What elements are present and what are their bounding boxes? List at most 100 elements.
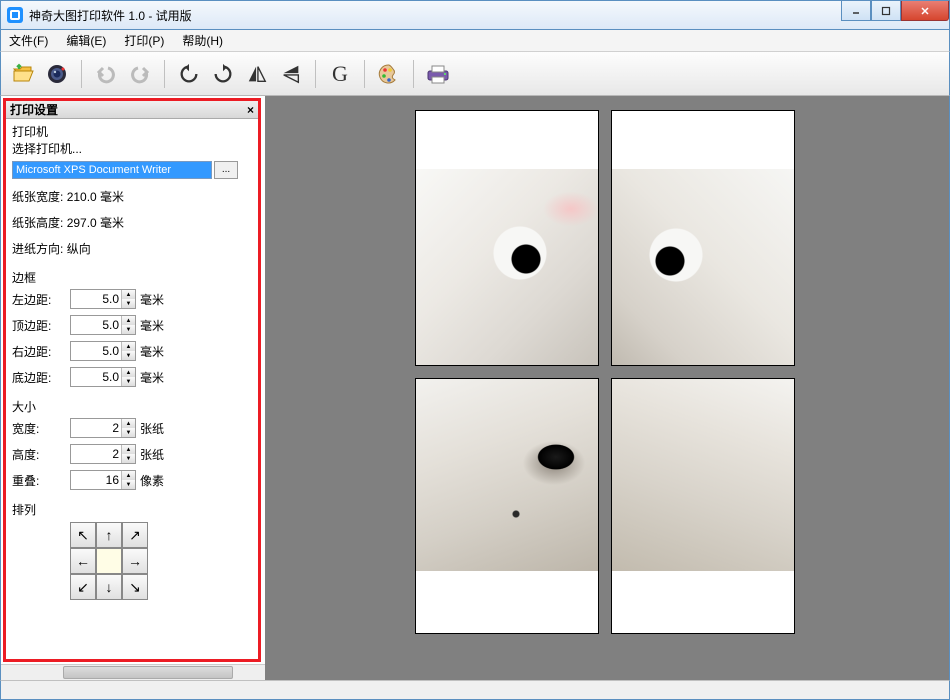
app-icon <box>7 7 23 23</box>
menu-print[interactable]: 打印(P) <box>124 32 164 49</box>
bottom-margin-input[interactable]: 5.0▲▼ <box>70 367 136 387</box>
overlap-input[interactable]: 16▲▼ <box>70 470 136 490</box>
toolbar-separator <box>315 60 316 88</box>
overlap-label: 重叠: <box>12 472 70 489</box>
right-margin-input[interactable]: 5.0▲▼ <box>70 341 136 361</box>
toolbar-separator <box>81 60 82 88</box>
border-section-label: 边框 <box>12 269 252 286</box>
right-margin-label: 右边距: <box>12 343 70 360</box>
close-button[interactable] <box>901 1 949 21</box>
choose-printer-label: 选择打印机... <box>12 140 252 157</box>
left-margin-label: 左边距: <box>12 291 70 308</box>
spin-down-icon[interactable]: ▼ <box>122 480 135 489</box>
bottom-margin-label: 底边距: <box>12 369 70 386</box>
height-input[interactable]: 2▲▼ <box>70 444 136 464</box>
unit-sheets: 张纸 <box>140 420 164 437</box>
size-section-label: 大小 <box>12 398 252 415</box>
alignment-grid: ↖ ↑ ↗ ← → ↙ ↓ ↘ <box>70 522 252 600</box>
unit-px: 像素 <box>140 472 164 489</box>
printer-section-label: 打印机 <box>12 123 252 140</box>
menu-edit[interactable]: 编辑(E) <box>66 32 106 49</box>
window-controls <box>841 1 949 21</box>
feed-direction-label: 进纸方向: <box>12 240 63 257</box>
align-bottom-left-button[interactable]: ↙ <box>70 574 96 600</box>
page-tile-1[interactable] <box>415 110 599 366</box>
page-grid <box>415 110 795 634</box>
minimize-button[interactable] <box>841 1 871 21</box>
image-tile-icon <box>612 379 794 571</box>
arrange-section-label: 排列 <box>12 501 252 518</box>
spin-up-icon[interactable]: ▲ <box>122 368 135 377</box>
print-settings-panel-highlight: 打印设置 × 打印机 选择打印机... Microsoft XPS Docume… <box>3 98 261 662</box>
spin-down-icon[interactable]: ▼ <box>122 428 135 437</box>
maximize-button[interactable] <box>871 1 901 21</box>
paper-width-label: 纸张宽度: <box>12 188 63 205</box>
menu-file[interactable]: 文件(F) <box>9 32 48 49</box>
rotate-right-button[interactable] <box>209 60 237 88</box>
panel-body: 打印机 选择打印机... Microsoft XPS Document Writ… <box>6 119 258 604</box>
undo-button[interactable] <box>92 60 120 88</box>
align-center-button[interactable] <box>96 548 122 574</box>
open-button[interactable] <box>9 60 37 88</box>
window-titlebar: 神奇大图打印软件 1.0 - 试用版 <box>0 0 950 30</box>
align-bottom-right-button[interactable]: ↘ <box>122 574 148 600</box>
spin-up-icon[interactable]: ▲ <box>122 445 135 454</box>
panel-close-icon[interactable]: × <box>247 103 254 117</box>
align-right-button[interactable]: → <box>122 548 148 574</box>
align-left-button[interactable]: ← <box>70 548 96 574</box>
spin-down-icon[interactable]: ▼ <box>122 377 135 386</box>
scrollbar-thumb[interactable] <box>63 666 233 679</box>
spin-down-icon[interactable]: ▼ <box>122 351 135 360</box>
flip-vertical-button[interactable] <box>277 60 305 88</box>
paper-width-value: 210.0 毫米 <box>67 188 124 205</box>
top-margin-label: 顶边距: <box>12 317 70 334</box>
width-input[interactable]: 2▲▼ <box>70 418 136 438</box>
spin-up-icon[interactable]: ▲ <box>122 316 135 325</box>
statusbar <box>0 680 950 700</box>
image-tile-icon <box>416 169 598 365</box>
image-tile-icon <box>612 169 794 365</box>
width-label: 宽度: <box>12 420 70 437</box>
align-bottom-button[interactable]: ↓ <box>96 574 122 600</box>
toolbar-separator <box>413 60 414 88</box>
align-top-button[interactable]: ↑ <box>96 522 122 548</box>
spin-up-icon[interactable]: ▲ <box>122 290 135 299</box>
main-area: 打印设置 × 打印机 选择打印机... Microsoft XPS Docume… <box>0 96 950 680</box>
palette-button[interactable] <box>375 60 403 88</box>
panel-titlebar[interactable]: 打印设置 × <box>6 101 258 119</box>
align-top-left-button[interactable]: ↖ <box>70 522 96 548</box>
spin-up-icon[interactable]: ▲ <box>122 419 135 428</box>
grayscale-button[interactable]: G <box>326 60 354 88</box>
printer-button[interactable] <box>424 60 452 88</box>
sidebar: 打印设置 × 打印机 选择打印机... Microsoft XPS Docume… <box>1 96 265 680</box>
spin-down-icon[interactable]: ▼ <box>122 454 135 463</box>
page-tile-4[interactable] <box>611 378 795 634</box>
paper-height-value: 297.0 毫米 <box>67 214 124 231</box>
page-tile-3[interactable] <box>415 378 599 634</box>
menubar: 文件(F) 编辑(E) 打印(P) 帮助(H) <box>0 30 950 52</box>
spin-up-icon[interactable]: ▲ <box>122 342 135 351</box>
spin-up-icon[interactable]: ▲ <box>122 471 135 480</box>
left-margin-input[interactable]: 5.0▲▼ <box>70 289 136 309</box>
page-tile-2[interactable] <box>611 110 795 366</box>
printer-select[interactable]: Microsoft XPS Document Writer <box>12 161 212 179</box>
align-top-right-button[interactable]: ↗ <box>122 522 148 548</box>
flip-horizontal-button[interactable] <box>243 60 271 88</box>
camera-button[interactable] <box>43 60 71 88</box>
paper-height-label: 纸张高度: <box>12 214 63 231</box>
sidebar-scrollbar[interactable] <box>1 664 265 680</box>
spin-down-icon[interactable]: ▼ <box>122 299 135 308</box>
top-margin-input[interactable]: 5.0▲▼ <box>70 315 136 335</box>
menu-help[interactable]: 帮助(H) <box>182 32 223 49</box>
unit-mm: 毫米 <box>140 291 164 308</box>
preview-canvas[interactable] <box>265 96 949 680</box>
toolbar-separator <box>364 60 365 88</box>
spin-down-icon[interactable]: ▼ <box>122 325 135 334</box>
toolbar: G <box>0 52 950 96</box>
window-title: 神奇大图打印软件 1.0 - 试用版 <box>29 7 192 24</box>
printer-browse-button[interactable]: ... <box>214 161 238 179</box>
toolbar-separator <box>164 60 165 88</box>
panel-title-text: 打印设置 <box>10 101 58 118</box>
rotate-left-button[interactable] <box>175 60 203 88</box>
redo-button[interactable] <box>126 60 154 88</box>
